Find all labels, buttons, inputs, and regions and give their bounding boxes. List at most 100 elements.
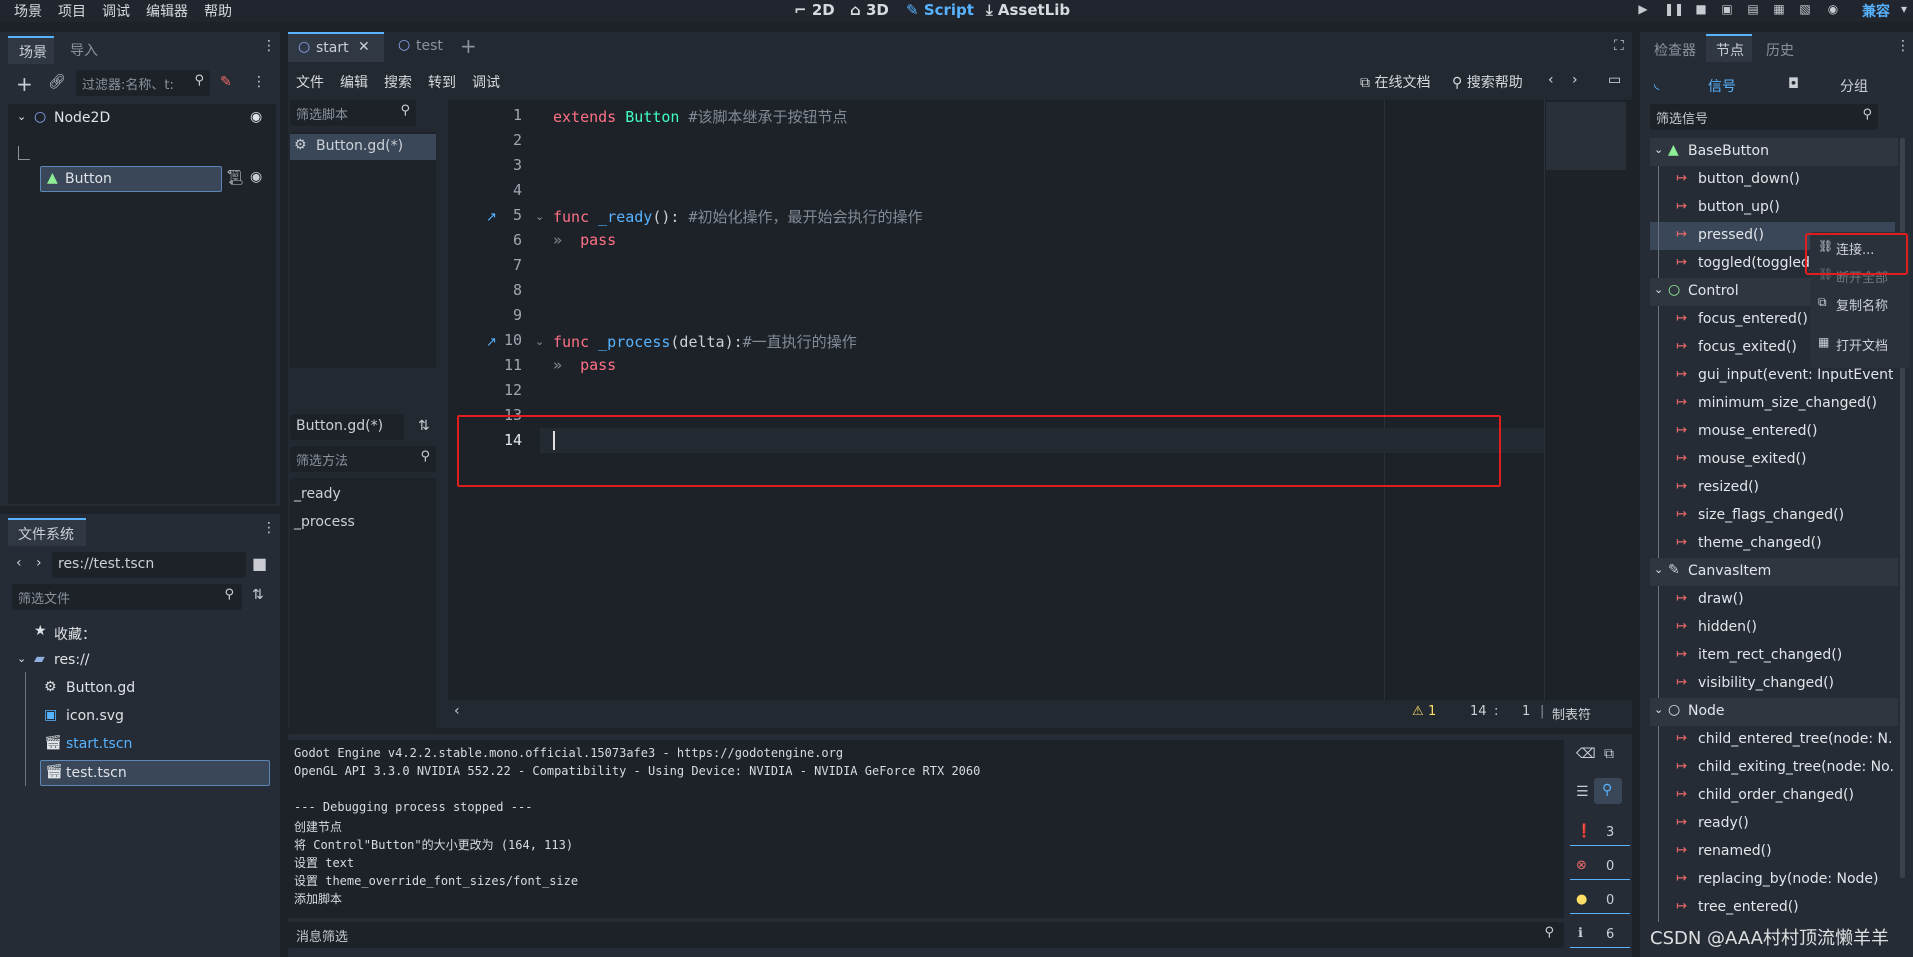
file-button-gd[interactable]: ⚙ Button.gd <box>0 676 280 702</box>
menu-help[interactable]: 帮助 <box>204 1 232 21</box>
favorites-row[interactable]: ★ 收藏： <box>0 620 280 646</box>
movie-maker-icon[interactable]: ◉ <box>1824 2 1842 18</box>
play-icon[interactable]: ▶ <box>1634 2 1652 18</box>
search-help-button[interactable]: ⚲ 搜索帮助 <box>1452 72 1523 92</box>
renderer-select[interactable]: 兼容 <box>1862 1 1890 21</box>
script-menu-debug[interactable]: 调试 <box>472 72 500 92</box>
visibility-icon[interactable]: ◉ <box>250 169 262 185</box>
signal-item[interactable]: ↦ button_down() <box>1650 166 1895 194</box>
tab-node[interactable]: 节点 <box>1706 34 1752 62</box>
file-icon-svg[interactable]: ▣ icon.svg <box>0 704 280 730</box>
minimap[interactable] <box>1546 102 1626 170</box>
signal-item[interactable]: ↦ replacing_by(node: Node) <box>1650 866 1895 894</box>
movie-icon[interactable]: ▤ <box>1744 2 1762 18</box>
filter-info-button[interactable]: ℹ 6 <box>1570 922 1630 948</box>
signal-filter-input[interactable]: 筛选信号 ⚲ <box>1650 104 1878 130</box>
dock-menu-icon[interactable]: ⋮ <box>1896 38 1910 54</box>
stop-icon[interactable]: ■ <box>1692 2 1710 18</box>
signal-item[interactable]: ↦ visibility_changed() <box>1650 670 1895 698</box>
signal-item[interactable]: ↦ item_rect_changed() <box>1650 642 1895 670</box>
dock-menu-icon[interactable]: ⋮ <box>262 520 276 536</box>
signal-item[interactable]: ↦ size_flags_changed() <box>1650 502 1895 530</box>
fold-icon[interactable]: ⌄ <box>535 210 544 223</box>
add-tab-icon[interactable]: + <box>460 34 477 58</box>
filter-warnings-button[interactable]: ● 0 <box>1570 888 1630 914</box>
toggle-scripts-icon[interactable]: ‹ <box>454 703 460 719</box>
script-filter-input[interactable]: 筛选脚本 ⚲ <box>290 100 416 126</box>
menu-editor[interactable]: 编辑器 <box>146 1 188 21</box>
fold-icon[interactable]: ⌄ <box>535 335 544 348</box>
signal-item[interactable]: ↦ renamed() <box>1650 838 1895 866</box>
copy-icon[interactable]: ⧉ <box>1604 746 1614 762</box>
collapse-icon[interactable]: ☰ <box>1576 784 1589 800</box>
menu-copy-name[interactable]: ⧉ 复制名称 <box>1810 292 1910 316</box>
play-custom-scene-icon[interactable]: ▧ <box>1796 2 1814 18</box>
path-field[interactable]: res://test.tscn <box>52 552 246 578</box>
fullscreen-icon[interactable]: ⛶ <box>1614 38 1624 54</box>
history-forward-icon[interactable]: › <box>1572 72 1578 88</box>
visibility-icon[interactable]: ◉ <box>250 109 262 125</box>
online-docs-button[interactable]: ⧉ 在线文档 <box>1360 72 1430 92</box>
mode-script-button[interactable]: ✎ Script <box>906 1 974 19</box>
signal-class-canvasitem[interactable]: ⌄ ✎ CanvasItem <box>1650 558 1898 586</box>
signal-class-node[interactable]: ⌄ ○ Node <box>1650 698 1898 726</box>
script-menu-goto[interactable]: 转到 <box>428 72 456 92</box>
signal-item[interactable]: ↦ theme_changed() <box>1650 530 1895 558</box>
script-menu-edit[interactable]: 编辑 <box>340 72 368 92</box>
more-icon[interactable]: ⋮ <box>252 74 266 90</box>
sort-icon[interactable]: ⇅ <box>418 418 430 434</box>
code-editor[interactable] <box>448 100 1632 720</box>
method-item[interactable]: _ready <box>294 486 341 502</box>
warning-icon[interactable]: ⚠ <box>1412 704 1424 719</box>
play-scene-icon[interactable]: ▦ <box>1770 2 1788 18</box>
sort-icon[interactable]: ⇅ <box>252 587 264 603</box>
add-node-icon[interactable]: + <box>16 72 33 96</box>
toggle-panel-icon[interactable]: ▭ <box>1608 72 1621 88</box>
script-list-item[interactable]: ⚙ Button.gd(*) <box>290 134 436 160</box>
signal-item[interactable]: ↦ button_up() <box>1650 194 1895 222</box>
dock-menu-icon[interactable]: ⋮ <box>262 38 276 54</box>
method-item[interactable]: _process <box>294 514 355 530</box>
signal-item[interactable]: ↦ child_order_changed() <box>1650 782 1895 810</box>
remote-debug-icon[interactable]: ▣ <box>1718 2 1736 18</box>
scene-filter-input[interactable]: 过滤器:名称、t: ⚲ <box>76 70 210 96</box>
mode-3d-button[interactable]: ⌂ 3D <box>850 1 889 19</box>
signal-item[interactable]: ↦ child_entered_tree(node: N... <box>1650 726 1895 754</box>
clear-icon[interactable]: ⌫ <box>1576 746 1596 762</box>
filter-errors-button[interactable]: ⊗ 0 <box>1570 854 1630 880</box>
attach-script-icon[interactable]: ✎ <box>220 74 232 90</box>
signal-item[interactable]: ↦ ready() <box>1650 810 1895 838</box>
folder-res[interactable]: ⌄ ▰ res:// <box>0 648 280 674</box>
tab-scene[interactable]: 场景 <box>8 36 54 64</box>
signal-item[interactable]: ↦ draw() <box>1650 586 1895 614</box>
tab-signals[interactable]: 信号 <box>1708 76 1736 96</box>
tab-test[interactable]: ○ test <box>388 32 458 62</box>
menu-scene[interactable]: 场景 <box>14 1 42 21</box>
tree-node-node2d[interactable]: ⌄ ○ Node2D ◉ <box>0 106 280 132</box>
script-menu-search[interactable]: 搜索 <box>384 72 412 92</box>
mode-assetlib-button[interactable]: ⤓ AssetLib <box>986 1 1070 19</box>
split-view-icon[interactable]: ■ <box>252 554 267 573</box>
tab-history[interactable]: 历史 <box>1766 40 1794 60</box>
file-test-tscn[interactable]: 🎬︎ test.tscn <box>40 760 270 786</box>
script-menu-file[interactable]: 文件 <box>296 72 324 92</box>
script-attached-icon[interactable]: 📜︎ <box>226 170 244 186</box>
signal-item[interactable]: ↦ child_exiting_tree(node: No... <box>1650 754 1895 782</box>
back-icon[interactable]: ‹ <box>16 555 22 571</box>
tab-filesystem[interactable]: 文件系统 <box>8 518 86 546</box>
method-filter-input[interactable]: 筛选方法 ⚲ <box>290 446 436 472</box>
signal-item[interactable]: ↦ mouse_exited() <box>1650 446 1895 474</box>
mode-2d-button[interactable]: ⌐ 2D <box>794 1 835 19</box>
filter-messages-button[interactable]: ❗ 3 <box>1570 820 1630 846</box>
toggle-search-button[interactable]: ⚲ <box>1594 778 1622 804</box>
signal-item[interactable]: ↦ tree_entered() <box>1650 894 1895 922</box>
message-filter-input[interactable]: 消息筛选 ⚲ <box>288 922 1564 948</box>
menu-debug[interactable]: 调试 <box>102 1 130 21</box>
forward-icon[interactable]: › <box>36 555 42 571</box>
link-icon[interactable]: 🔗︎ <box>48 74 66 90</box>
tab-import[interactable]: 导入 <box>70 40 98 60</box>
tab-inspector[interactable]: 检查器 <box>1654 40 1696 60</box>
signal-item[interactable]: ↦ minimum_size_changed() <box>1650 390 1895 418</box>
menu-open-docs[interactable]: ▦ 打开文档 <box>1810 332 1910 356</box>
signal-item[interactable]: ↦ hidden() <box>1650 614 1895 642</box>
